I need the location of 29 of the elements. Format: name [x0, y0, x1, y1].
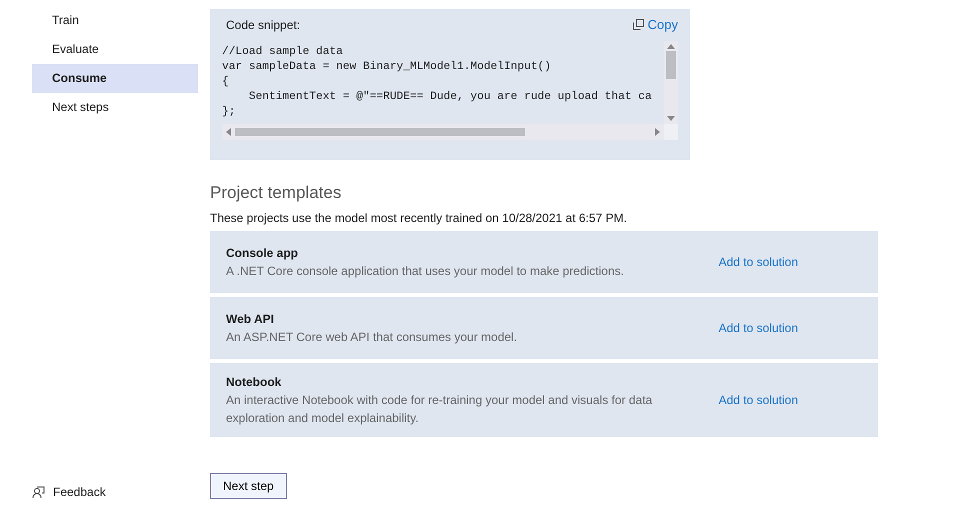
- template-name: Console app: [226, 245, 300, 262]
- add-to-solution-link[interactable]: Add to solution: [718, 253, 798, 271]
- scrollbar-thumb[interactable]: [666, 50, 676, 78]
- scroll-left-arrow-icon[interactable]: [226, 128, 231, 136]
- section-heading: Project templates: [210, 182, 342, 204]
- vertical-scrollbar[interactable]: [664, 40, 678, 124]
- scroll-down-arrow-icon[interactable]: [667, 116, 676, 120]
- horizontal-scrollbar[interactable]: [222, 124, 664, 140]
- scroll-up-arrow-icon[interactable]: [667, 44, 676, 48]
- copy-button[interactable]: Copy: [632, 15, 678, 34]
- template-description: An interactive Notebook with code for re-training your model and visuals for data exploration and model explainability.: [226, 392, 654, 427]
- scrollbar-thumb[interactable]: [235, 128, 525, 136]
- template-name: Web API: [226, 311, 276, 328]
- scroll-right-arrow-icon[interactable]: [655, 128, 660, 136]
- section-note: These projects use the model most recently trained on 10/28/2021 at 6:57 PM.: [210, 210, 628, 227]
- add-to-solution-link[interactable]: Add to solution: [718, 319, 798, 337]
- nav-item[interactable]: Next steps: [32, 93, 198, 122]
- nav-item[interactable]: Evaluate: [32, 35, 198, 64]
- template-description: A .NET Core console application that uses your model to make predictions.: [226, 263, 625, 280]
- snippet-title: Code snippet:: [225, 16, 300, 34]
- nav-item[interactable]: Consume: [32, 64, 198, 93]
- feedback-link[interactable]: Feedback: [53, 483, 106, 501]
- template-description: An ASP.NET Core web API that consumes your model.: [226, 329, 518, 346]
- nav-item[interactable]: Train: [32, 6, 198, 35]
- next-step-button[interactable]: Next step: [210, 473, 287, 499]
- template-name: Notebook: [226, 374, 282, 391]
- copy-icon: [632, 19, 644, 30]
- add-to-solution-link[interactable]: Add to solution: [718, 391, 798, 409]
- feedback-icon[interactable]: [32, 486, 45, 498]
